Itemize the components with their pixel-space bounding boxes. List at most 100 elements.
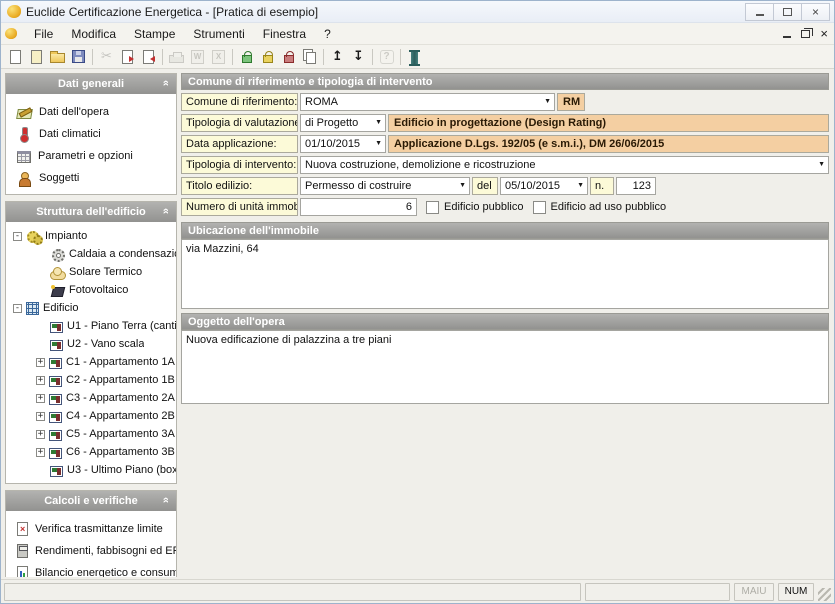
sidebar-item-parametri[interactable]: Parametri e opzioni — [6, 145, 176, 167]
menu-stampe[interactable]: Stampe — [125, 24, 184, 44]
panel-header-struttura[interactable]: Struttura dell'edificio » — [6, 202, 176, 222]
document-logo-icon — [5, 28, 17, 39]
checkbox-label: Edificio ad uso pubblico — [551, 201, 667, 213]
archive-column-icon[interactable] — [404, 47, 425, 67]
lock-green-icon[interactable] — [236, 47, 257, 67]
print-icon — [166, 47, 187, 67]
ubicazione-textarea[interactable]: via Mazzini, 64 — [181, 239, 829, 309]
collapse-icon[interactable]: » — [160, 208, 172, 214]
titolo-date-select[interactable]: 05/10/2015 ▼ — [500, 177, 588, 195]
status-caps-indicator: MAIU — [734, 583, 774, 601]
lock-yellow-icon[interactable] — [257, 47, 278, 67]
oggetto-textarea[interactable]: Nuova edificazione di palazzina a tre pi… — [181, 330, 829, 404]
tree-node-c6[interactable]: + C6 - Appartamento 3B — [6, 443, 176, 461]
panel-header-dati-generali[interactable]: Dati generali » — [6, 74, 176, 94]
resize-grip[interactable] — [818, 588, 831, 601]
tree-node-c1[interactable]: + C1 - Appartamento 1A — [6, 353, 176, 371]
unit-plan-icon — [49, 394, 62, 405]
dropdown-icon[interactable]: ▼ — [818, 161, 825, 168]
tree-node-caldaia[interactable]: Caldaia a condensazione — [6, 245, 176, 263]
data-applicazione-select[interactable]: 01/10/2015 ▼ — [300, 135, 386, 153]
dropdown-icon[interactable]: ▼ — [375, 119, 382, 126]
copy-icon[interactable] — [299, 47, 320, 67]
expand-node-icon[interactable]: + — [36, 358, 45, 367]
import-up-icon[interactable]: ↥ — [327, 47, 348, 67]
label-data-applicazione: Data applicazione: — [181, 135, 298, 153]
child-restore-icon[interactable] — [801, 30, 810, 38]
open-file-icon[interactable] — [47, 47, 68, 67]
unit-plan-icon — [49, 430, 62, 441]
unit-plan-icon — [49, 376, 62, 387]
tree-node-impianto[interactable]: - Impianto — [6, 227, 176, 245]
dropdown-icon[interactable]: ▼ — [577, 182, 584, 189]
sidebar-item-verifica-trasmittanze[interactable]: Verifica trasmittanze limite — [6, 518, 176, 540]
sidebar-item-rendimenti[interactable]: Rendimenti, fabbisogni ed EP — [6, 540, 176, 562]
calculator-icon — [17, 544, 28, 558]
boiler-gear-icon — [50, 247, 65, 262]
import-doc-icon[interactable] — [117, 47, 138, 67]
close-button[interactable]: × — [801, 3, 830, 21]
unita-input[interactable]: 6 — [300, 198, 417, 216]
thermometer-icon — [17, 127, 32, 142]
main-form: Comune di riferimento e tipologia di int… — [181, 73, 829, 577]
label-numero: n. — [590, 177, 614, 195]
tree-node-edificio[interactable]: - Edificio — [6, 299, 176, 317]
minimize-button[interactable] — [745, 3, 774, 21]
expand-node-icon[interactable]: + — [36, 394, 45, 403]
export-doc-icon[interactable] — [138, 47, 159, 67]
checkbox-edificio-pubblico[interactable] — [426, 201, 439, 214]
collapse-icon[interactable]: » — [160, 80, 172, 86]
expand-node-icon[interactable]: + — [36, 412, 45, 421]
sidebar-item-bilancio[interactable]: Bilancio energetico e consumi — [6, 562, 176, 577]
dropdown-icon[interactable]: ▼ — [459, 182, 466, 189]
status-panel-main — [4, 583, 581, 601]
menu-strumenti[interactable]: Strumenti — [184, 24, 253, 44]
panel-title: Struttura dell'edificio — [36, 206, 146, 218]
menu-help[interactable]: ? — [315, 24, 340, 44]
dropdown-icon[interactable]: ▼ — [375, 140, 382, 147]
toolbar: ✂ W X ↥ ↧ ? — [1, 45, 834, 69]
menu-finestra[interactable]: Finestra — [254, 24, 315, 44]
collapse-node-icon[interactable]: - — [13, 304, 22, 313]
dropdown-icon[interactable]: ▼ — [544, 98, 551, 105]
panel-title: Dati generali — [58, 78, 124, 90]
collapse-icon[interactable]: » — [160, 497, 172, 503]
lock-red-icon[interactable] — [278, 47, 299, 67]
export-down-icon[interactable]: ↧ — [348, 47, 369, 67]
sidebar-item-soggetti[interactable]: Soggetti — [6, 167, 176, 189]
tree-node-u1[interactable]: U1 - Piano Terra (cantine e — [6, 317, 176, 335]
expand-node-icon[interactable]: + — [36, 448, 45, 457]
status-num-indicator: NUM — [778, 583, 814, 601]
expand-node-icon[interactable]: + — [36, 376, 45, 385]
menu-modifica[interactable]: Modifica — [62, 24, 125, 44]
tree-node-c3[interactable]: + C3 - Appartamento 2A — [6, 389, 176, 407]
expand-node-icon[interactable]: + — [36, 430, 45, 439]
intervento-select[interactable]: Nuova costruzione, demolizione e ricostr… — [300, 156, 829, 174]
save-icon[interactable] — [68, 47, 89, 67]
sidebar-item-dati-opera[interactable]: Dati dell'opera — [6, 101, 176, 123]
panel-title: Calcoli e verifiche — [44, 495, 138, 507]
tree-node-u3[interactable]: U3 - Ultimo Piano (box e ripo — [6, 461, 176, 479]
help-icon: ? — [376, 47, 397, 67]
menu-file[interactable]: File — [25, 24, 62, 44]
child-close-icon[interactable]: × — [820, 29, 828, 39]
valutazione-select[interactable]: di Progetto ▼ — [300, 114, 386, 132]
tree-node-c2[interactable]: + C2 - Appartamento 1B — [6, 371, 176, 389]
panel-header-calcoli[interactable]: Calcoli e verifiche » — [6, 491, 176, 511]
titolo-edilizio-select[interactable]: Permesso di costruire ▼ — [300, 177, 470, 195]
tree-node-u2[interactable]: U2 - Vano scala — [6, 335, 176, 353]
new-file-icon[interactable] — [5, 47, 26, 67]
tree-node-c5[interactable]: + C5 - Appartamento 3A — [6, 425, 176, 443]
tree-node-c4[interactable]: + C4 - Appartamento 2B — [6, 407, 176, 425]
sidebar-item-dati-climatici[interactable]: Dati climatici — [6, 123, 176, 145]
new-practice-icon[interactable] — [26, 47, 47, 67]
maximize-button[interactable] — [773, 3, 802, 21]
tree-node-solare[interactable]: Solare Termico — [6, 263, 176, 281]
unit-plan-icon — [49, 448, 62, 459]
checkbox-edificio-uso-pubblico[interactable] — [533, 201, 546, 214]
comune-select[interactable]: ROMA ▼ — [300, 93, 555, 111]
titolo-numero-input[interactable]: 123 — [616, 177, 656, 195]
child-minimize-icon[interactable] — [783, 36, 791, 38]
tree-node-fotovoltaico[interactable]: Fotovoltaico — [6, 281, 176, 299]
collapse-node-icon[interactable]: - — [13, 232, 22, 241]
